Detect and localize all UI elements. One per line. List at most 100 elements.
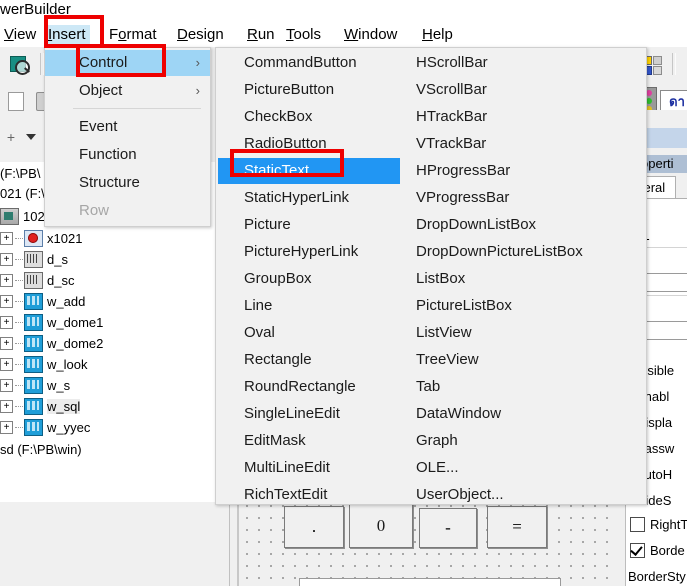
tree-connector [15,384,23,386]
expand-icon[interactable]: + [0,336,13,350]
control-item-singlelineedit[interactable]: SingleLineEdit [244,401,340,427]
expand-icon[interactable]: + [0,357,13,371]
library-icon [0,207,19,225]
add-button[interactable]: + [2,123,20,151]
expand-icon[interactable]: + [0,315,13,329]
tree-node-label: d_sc [47,272,75,288]
thai-label-icon: ดา [660,90,687,112]
tree-connector [15,405,23,407]
tree-node-label: x1021 [47,230,83,246]
tree-node-w_dome1[interactable]: + w_dome1 [0,312,103,332]
control-item-multilineedit[interactable]: MultiLineEdit [244,455,330,481]
title-bar: werBuilder [0,0,687,23]
expand-icon[interactable]: + [0,273,13,287]
control-item-userobject[interactable]: UserObject... [416,482,504,508]
control-item-richtextedit[interactable]: RichTextEdit [244,482,327,508]
control-item-ole[interactable]: OLE... [416,455,459,481]
control-item-checkbox[interactable]: CheckBox [244,104,312,130]
property-righttoleft-label: RightT [650,517,687,532]
menu-insert[interactable]: Insert [44,25,90,45]
control-item-vprogressbar[interactable]: VProgressBar [416,185,509,211]
control-item-picturebutton[interactable]: PictureButton [244,77,334,103]
property-border-checkbox[interactable] [630,543,645,558]
tree-node-x1021[interactable]: + x1021 [0,228,82,248]
canvas-edit-field[interactable] [299,578,561,586]
control-item-picturelistbox[interactable]: PictureListBox [416,293,512,319]
control-item-vtrackbar[interactable]: VTrackBar [416,131,486,157]
tree-node-d_sc[interactable]: + d_sc [0,270,74,290]
expand-icon[interactable]: + [0,399,13,413]
expand-icon[interactable]: + [0,231,13,245]
menu-item-function[interactable]: Function [45,142,210,168]
control-submenu-popup[interactable]: CommandButton PictureButton CheckBox Rad… [215,47,647,505]
menu-design[interactable]: Design [173,25,228,45]
menu-help[interactable]: Help [418,25,457,45]
control-item-dropdownpicturelistbox[interactable]: DropDownPictureListBox [416,239,583,265]
control-item-listbox[interactable]: ListBox [416,266,465,292]
control-item-commandbutton[interactable]: CommandButton [244,50,357,76]
form-design-surface[interactable]: . 0 - = [237,498,609,586]
calc-button-dot[interactable]: . [284,506,344,548]
canvas-vertical-scrollbar[interactable] [215,498,230,586]
control-item-rectangle[interactable]: Rectangle [244,347,312,373]
control-item-vscrollbar[interactable]: VScrollBar [416,77,487,103]
property-righttoleft-checkbox[interactable] [630,517,645,532]
tree-node-w_look[interactable]: + w_look [0,354,87,374]
control-item-groupbox[interactable]: GroupBox [244,266,312,292]
tree-node-w_s[interactable]: + w_s [0,375,70,395]
control-item-line[interactable]: Line [244,293,272,319]
menu-format[interactable]: Format [105,25,161,45]
menu-item-control[interactable]: Control › [45,50,210,76]
expand-icon[interactable]: + [0,252,13,266]
menu-view[interactable]: View [0,25,40,45]
control-item-editmask[interactable]: EditMask [244,428,306,454]
tree-connector [15,363,23,365]
menu-window[interactable]: Window [340,25,401,45]
calc-button-minus[interactable]: - [419,508,477,548]
menu-item-event[interactable]: Event [45,114,210,140]
control-item-datawindow[interactable]: DataWindow [416,401,501,427]
calc-button-equals[interactable]: = [487,506,547,548]
add-dropdown-button[interactable] [22,123,40,151]
expand-icon[interactable]: + [0,420,13,434]
control-item-picture[interactable]: Picture [244,212,291,238]
expand-icon[interactable]: + [0,378,13,392]
tree-node-w_add[interactable]: + w_add [0,291,85,311]
control-item-statichyperlink[interactable]: StaticHyperLink [244,185,349,211]
control-item-htrackbar[interactable]: HTrackBar [416,104,487,130]
menu-tools[interactable]: Tools [282,25,325,45]
new-doc-button[interactable] [2,87,30,115]
control-item-hscrollbar[interactable]: HScrollBar [416,50,488,76]
datawindow-icon [24,250,43,268]
menu-item-structure[interactable]: Structure [45,170,210,196]
magnifier-icon [10,56,30,75]
menu-item-object[interactable]: Object › [45,78,210,104]
property-border-label: Borde [650,543,685,558]
control-item-listview[interactable]: ListView [416,320,472,346]
tree-node-w_dome2[interactable]: + w_dome2 [0,333,103,353]
control-item-roundrectangle[interactable]: RoundRectangle [244,374,356,400]
control-item-picturehyperlink[interactable]: PictureHyperLink [244,239,358,265]
expand-icon[interactable]: + [0,294,13,308]
tree-connector [15,300,23,302]
window-icon [24,292,43,310]
control-item-oval[interactable]: Oval [244,320,275,346]
control-item-graph[interactable]: Graph [416,428,458,454]
control-item-dropdownlistbox[interactable]: DropDownListBox [416,212,536,238]
tree-node-label: w_s [47,377,71,393]
tree-node-w_sql[interactable]: + w_sql [0,396,81,416]
insert-menu-popup[interactable]: Control › Object › Event Function Struct… [44,47,211,227]
tree-connector [15,237,23,239]
control-item-treeview[interactable]: TreeView [416,347,479,373]
tree-node-w_yyec[interactable]: + w_yyec [0,417,90,437]
control-item-radiobutton[interactable]: RadioButton [244,131,327,157]
control-item-tab[interactable]: Tab [416,374,440,400]
calc-button-zero[interactable]: 0 [349,504,413,548]
menu-bar[interactable]: View Insert Format Design Run Tools Wind… [0,23,687,48]
tree-node-d_s[interactable]: + d_s [0,249,68,269]
menu-run[interactable]: Run [243,25,279,45]
control-item-hprogressbar[interactable]: HProgressBar [416,158,510,184]
magnifier-button[interactable] [6,51,34,79]
tree-connector [15,279,23,281]
control-item-statictext[interactable]: StaticText [244,158,309,184]
